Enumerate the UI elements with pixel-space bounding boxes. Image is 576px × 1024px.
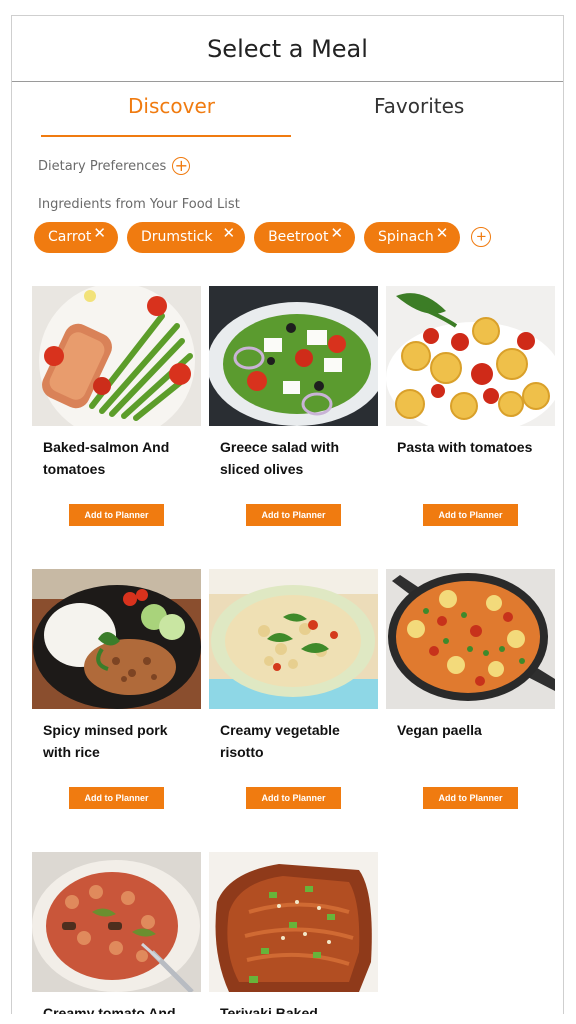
meal-card[interactable]: Teriyaki Baked — [209, 852, 378, 1014]
chip-label: Drumstick — [140, 228, 213, 245]
close-icon[interactable]: ✕ — [330, 224, 343, 242]
meal-name: Baked-salmon And tomatoes — [43, 439, 170, 477]
meal-card[interactable]: Pasta with tomatoes Add to Planner — [386, 286, 555, 526]
meal-card[interactable]: Greece salad with sliced olives Add to P… — [209, 286, 378, 526]
close-icon[interactable]: ✕ — [93, 224, 106, 242]
add-dietary-preference-icon[interactable]: + — [172, 157, 191, 175]
close-icon[interactable]: ✕ — [436, 224, 449, 242]
chip-label: Carrot — [48, 228, 92, 245]
chip-beetroot[interactable]: Beetroot ✕ — [254, 221, 356, 253]
meal-image-teriyaki — [209, 852, 378, 992]
chip-drumstick[interactable]: Drumstick ✕ — [126, 221, 246, 253]
meal-image-pork-rice — [32, 569, 201, 709]
dietary-preferences-row: Dietary Preferences + — [38, 157, 191, 175]
meal-card[interactable]: Spicy minsed pork with rice Add to Plann… — [32, 569, 201, 809]
chip-label: Spinach — [378, 228, 434, 245]
add-to-planner-button[interactable]: Add to Planner — [69, 787, 164, 809]
add-to-planner-button[interactable]: Add to Planner — [423, 504, 518, 526]
tab-favorites[interactable]: Favorites — [374, 94, 464, 118]
dietary-preferences-label: Dietary Preferences — [38, 158, 167, 174]
add-to-planner-button[interactable]: Add to Planner — [246, 787, 341, 809]
meal-name: Creamy vegetable risotto — [220, 722, 340, 760]
chip-carrot[interactable]: Carrot ✕ — [34, 221, 118, 253]
meal-image-pasta — [386, 286, 555, 426]
meal-image-paella — [386, 569, 555, 709]
meal-card[interactable]: Creamy vegetable risotto Add to Planner — [209, 569, 378, 809]
add-to-planner-button[interactable]: Add to Planner — [69, 504, 164, 526]
add-to-planner-button[interactable]: Add to Planner — [246, 504, 341, 526]
tab-discover[interactable]: Discover — [128, 94, 215, 118]
meal-name: Greece salad with sliced olives — [220, 439, 340, 477]
add-ingredient-icon[interactable]: + — [471, 227, 492, 247]
meal-image-risotto — [209, 569, 378, 709]
meal-screen: Select a Meal Discover Favorites Dietary… — [11, 15, 564, 1014]
meal-name: Spicy minsed pork with rice — [43, 722, 168, 760]
meal-name: Teriyaki Baked — [220, 1005, 318, 1014]
meal-image-greek-salad — [209, 286, 378, 426]
page-title: Select a Meal — [207, 34, 368, 63]
meal-card[interactable]: Creamy tomato And — [32, 852, 201, 1014]
chip-spinach[interactable]: Spinach ✕ — [364, 221, 461, 253]
chip-label: Beetroot — [268, 228, 329, 245]
meal-card[interactable]: Baked-salmon And tomatoes Add to Planner — [32, 286, 201, 526]
meal-name: Pasta with tomatoes — [397, 439, 533, 455]
ingredient-chips: Carrot ✕ Drumstick ✕ Beetroot ✕ Spinach … — [34, 221, 492, 253]
meal-image-tomato-risotto — [32, 852, 201, 992]
active-tab-indicator — [41, 135, 291, 137]
ingredients-label: Ingredients from Your Food List — [38, 197, 240, 212]
meal-card[interactable]: Vegan paella Add to Planner — [386, 569, 555, 809]
add-to-planner-button[interactable]: Add to Planner — [423, 787, 518, 809]
meal-name: Creamy tomato And — [43, 1005, 176, 1014]
close-icon[interactable]: ✕ — [222, 224, 235, 242]
tab-bar: Discover Favorites — [12, 82, 563, 137]
app-header: Select a Meal — [12, 16, 563, 82]
meal-name: Vegan paella — [397, 722, 482, 738]
meal-image-salmon — [32, 286, 201, 426]
